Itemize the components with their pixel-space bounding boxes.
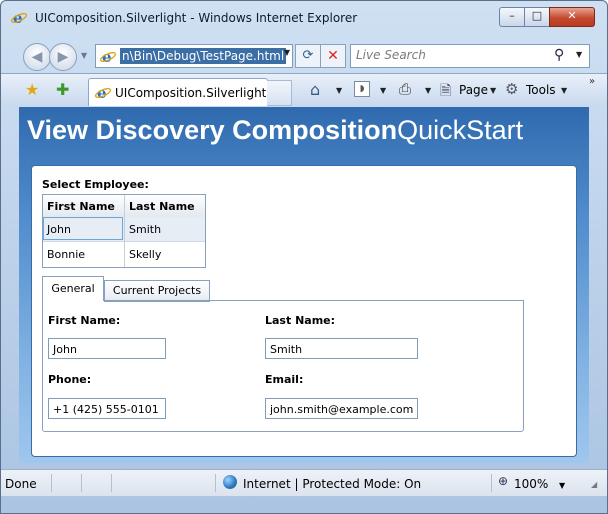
email-value: john.smith@example.com — [270, 403, 414, 416]
stop-button[interactable]: ✕ — [320, 44, 346, 68]
status-divider — [81, 474, 82, 492]
address-bar[interactable]: e n\Bin\Debug\TestPage.html ▼ — [95, 44, 293, 68]
table-cell[interactable]: Skelly — [129, 248, 161, 261]
ie-page-icon: e — [100, 48, 116, 64]
last-name-field[interactable]: Smith — [265, 338, 418, 359]
resize-grip-icon[interactable]: ◢ — [591, 480, 597, 489]
print-icon[interactable]: ⎙ — [399, 80, 411, 98]
address-dropdown-icon[interactable]: ▼ — [284, 48, 290, 57]
search-options-dropdown-icon[interactable]: ▼ — [576, 50, 582, 59]
employee-grid[interactable]: First Name Last Name John Smith Bonnie S… — [42, 194, 206, 268]
browser-tab[interactable]: e UIComposition.Silverlight — [88, 78, 268, 106]
table-cell[interactable]: Smith — [129, 223, 161, 236]
status-divider — [111, 474, 112, 492]
recent-pages-dropdown-icon[interactable]: ▼ — [81, 51, 87, 60]
tab-general-label: General — [51, 282, 95, 295]
column-divider — [124, 195, 125, 267]
first-name-field[interactable]: John — [48, 338, 166, 359]
page-title-bold: View Discovery Composition — [27, 115, 398, 145]
phone-field[interactable]: +1 (425) 555-0101 — [48, 398, 166, 419]
search-input[interactable]: Live Search — [356, 48, 426, 62]
status-bar: Done Internet | Protected Mode: On ⊕ 100… — [1, 469, 607, 496]
tab-title: UIComposition.Silverlight — [115, 86, 267, 100]
table-cell[interactable]: Bonnie — [47, 248, 85, 261]
zoom-dropdown-icon[interactable]: ▼ — [559, 481, 565, 490]
window-title: UIComposition.Silverlight - Windows Inte… — [35, 11, 358, 25]
add-favorites-icon[interactable]: ✚ — [56, 80, 69, 99]
page-menu[interactable]: Page — [459, 83, 488, 97]
search-box[interactable]: Live Search ⚲ ▼ — [350, 44, 590, 68]
browser-window: e UIComposition.Silverlight - Windows In… — [0, 0, 608, 514]
search-icon[interactable]: ⚲ — [554, 47, 564, 63]
select-employee-label: Select Employee: — [42, 178, 149, 191]
print-dropdown-icon[interactable]: ▼ — [425, 86, 431, 95]
home-icon[interactable]: ⌂ — [310, 80, 320, 99]
favorites-star-icon[interactable]: ★ — [25, 80, 39, 99]
navigation-bar: ◀ ▶ ▼ e n\Bin\Debug\TestPage.html ▼ ⟳ ✕ … — [1, 35, 607, 73]
zoom-icon[interactable]: ⊕ — [498, 474, 508, 488]
first-name-value: John — [53, 343, 77, 356]
email-field[interactable]: john.smith@example.com — [265, 398, 418, 419]
page-title-light: QuickStart — [397, 115, 524, 145]
silverlight-content: View Discovery CompositionQuickStart Sel… — [19, 107, 589, 463]
address-input[interactable]: n\Bin\Debug\TestPage.html — [120, 48, 287, 64]
feeds-icon[interactable]: ◗ — [354, 81, 370, 97]
column-header-last-name[interactable]: Last Name — [129, 200, 195, 213]
zoom-level[interactable]: 100% — [514, 477, 548, 491]
refresh-button[interactable]: ⟳ — [295, 44, 321, 68]
page-icon[interactable]: 🗎 — [440, 80, 451, 104]
general-tab-panel: First Name: John Last Name: Smith Phone:… — [42, 300, 524, 432]
forward-button[interactable]: ▶ — [49, 43, 77, 71]
column-header-first-name[interactable]: First Name — [47, 200, 115, 213]
last-name-label: Last Name: — [265, 314, 336, 327]
more-commands-icon[interactable]: » — [589, 76, 595, 87]
status-divider — [491, 474, 492, 492]
home-dropdown-icon[interactable]: ▼ — [336, 86, 342, 95]
security-zone-text[interactable]: Internet | Protected Mode: On — [243, 477, 421, 491]
back-button[interactable]: ◀ — [23, 43, 51, 71]
gear-icon[interactable]: ⚙ — [505, 80, 518, 98]
status-text: Done — [5, 477, 37, 491]
ie-tab-icon: e — [95, 84, 111, 100]
command-bar: ★ ✚ e UIComposition.Silverlight ⌂ ▼ ◗ ▼ … — [1, 73, 607, 106]
title-bar: e UIComposition.Silverlight - Windows In… — [1, 1, 607, 35]
status-divider — [51, 474, 52, 492]
status-divider — [215, 474, 216, 492]
feeds-dropdown-icon[interactable]: ▼ — [380, 86, 386, 95]
email-label: Email: — [265, 373, 304, 386]
table-cell[interactable]: John — [47, 223, 71, 236]
new-tab-button[interactable] — [267, 80, 292, 106]
tab-current-projects-label: Current Projects — [112, 284, 202, 297]
phone-label: Phone: — [48, 373, 92, 386]
page-dropdown-icon[interactable]: ▼ — [490, 86, 496, 95]
internet-zone-globe-icon — [223, 475, 237, 489]
phone-value: +1 (425) 555-0101 — [53, 403, 159, 416]
minimize-button[interactable]: – — [499, 7, 525, 27]
first-name-label: First Name: — [48, 314, 121, 327]
maximize-button[interactable]: □ — [524, 7, 550, 27]
main-panel: Select Employee: First Name Last Name Jo… — [31, 165, 577, 457]
tab-general[interactable]: General — [42, 276, 104, 301]
tools-dropdown-icon[interactable]: ▼ — [561, 86, 567, 95]
tools-menu[interactable]: Tools — [526, 83, 556, 97]
last-name-value: Smith — [270, 343, 303, 356]
page-title: View Discovery CompositionQuickStart — [27, 115, 523, 146]
ie-logo-icon: e — [11, 9, 27, 25]
tab-current-projects[interactable]: Current Projects — [104, 280, 210, 302]
close-button[interactable]: ✕ — [549, 7, 595, 27]
